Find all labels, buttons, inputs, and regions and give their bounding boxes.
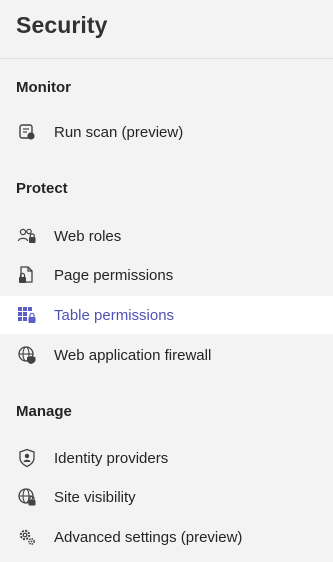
nav-item-run-scan[interactable]: Run scan (preview) (0, 113, 333, 151)
nav-item-identity-providers[interactable]: Identity providers (0, 439, 333, 477)
nav-item-label: Advanced settings (preview) (54, 528, 243, 546)
document-lock-icon (17, 265, 37, 285)
globe-shield-icon (17, 345, 37, 365)
nav-item-label: Identity providers (54, 449, 169, 467)
section-label-manage: Manage (16, 403, 72, 420)
nav-item-label: Table permissions (54, 306, 175, 324)
nav-item-table-permissions[interactable]: Table permissions (0, 296, 333, 334)
section-label-monitor: Monitor (16, 79, 71, 96)
nav-item-label: Page permissions (54, 266, 174, 284)
people-lock-icon (17, 226, 37, 246)
nav-item-label: Site visibility (54, 488, 136, 506)
nav-item-web-application-firewall[interactable]: Web application firewall (0, 336, 333, 374)
settings-cog-icon (17, 527, 37, 547)
table-lock-icon (17, 305, 37, 325)
title-divider (0, 58, 333, 59)
section-label-protect: Protect (16, 180, 68, 197)
nav-item-site-visibility[interactable]: Site visibility (0, 478, 333, 516)
nav-item-label: Web application firewall (54, 346, 212, 364)
nav-item-label: Web roles (54, 227, 122, 245)
nav-item-advanced-settings[interactable]: Advanced settings (preview) (0, 518, 333, 556)
shield-person-icon (17, 448, 37, 468)
security-nav-panel: Security Monitor Run scan (preview) Prot… (0, 0, 333, 562)
scan-document-icon (17, 122, 37, 142)
globe-lock-icon (17, 487, 37, 507)
nav-item-web-roles[interactable]: Web roles (0, 217, 333, 255)
nav-item-page-permissions[interactable]: Page permissions (0, 256, 333, 294)
panel-title: Security (16, 12, 108, 38)
nav-item-label: Run scan (preview) (54, 123, 184, 141)
